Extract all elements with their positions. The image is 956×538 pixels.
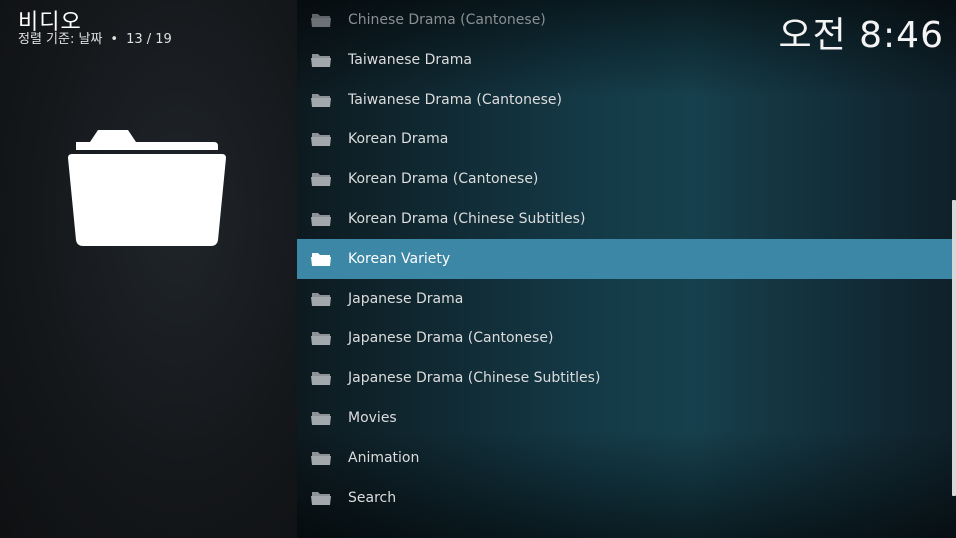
list-item-label: Korean Drama	[348, 131, 449, 148]
list-item-label: Korean Drama (Chinese Subtitles)	[348, 211, 586, 227]
list-item[interactable]: Movies	[297, 398, 952, 438]
folder-icon	[311, 451, 331, 465]
list-item-label: Korean Drama (Cantonese)	[348, 171, 539, 188]
list-item[interactable]: Korean Drama (Cantonese)	[297, 159, 952, 199]
list-item-label: Taiwanese Drama	[348, 51, 472, 68]
folder-thumbnail-icon	[68, 130, 226, 246]
folder-icon	[311, 133, 331, 147]
list-item-label: Japanese Drama (Chinese Subtitles)	[348, 370, 601, 387]
folder-icon	[311, 412, 331, 425]
folder-icon	[311, 173, 331, 187]
sort-label: 정렬 기준: 날짜	[18, 32, 103, 47]
list-item-label: Taiwanese Drama (Cantonese)	[348, 91, 562, 108]
folder-icon	[311, 252, 331, 266]
folder-icon	[311, 53, 331, 67]
list-item[interactable]: Japanese Drama (Chinese Subtitles)	[297, 358, 952, 398]
list-item[interactable]: Japanese Drama	[297, 279, 952, 319]
folder-icon	[311, 213, 331, 226]
list-item-label: Animation	[348, 449, 420, 466]
sort-info: 정렬 기준: 날짜 • 13 / 19	[18, 28, 172, 47]
list-item[interactable]: Animation	[297, 438, 952, 478]
list-item-label: Chinese Drama (Cantonese)	[348, 12, 546, 28]
list-item-label: Movies	[348, 410, 397, 426]
folder-icon	[311, 332, 331, 346]
list-item-label: Japanese Drama	[348, 290, 464, 307]
info-pane	[0, 0, 297, 538]
item-position: 13 / 19	[126, 32, 172, 47]
list-item[interactable]: Taiwanese Drama (Cantonese)	[297, 80, 952, 120]
list-item-label: Japanese Drama (Cantonese)	[348, 330, 554, 347]
list-item[interactable]: Korean Drama	[297, 119, 952, 159]
list-item[interactable]: Korean Variety	[297, 238, 952, 279]
folder-icon	[311, 93, 331, 107]
scrollbar[interactable]	[952, 200, 956, 496]
folder-icon	[311, 372, 331, 386]
folder-icon	[311, 491, 331, 505]
list-item[interactable]: Taiwanese Drama	[297, 40, 952, 80]
list-item-label: Search	[348, 489, 397, 506]
list-item-label: Korean Variety	[348, 250, 451, 267]
list-item[interactable]: Korean Drama (Chinese Subtitles)	[297, 199, 952, 239]
folder-icon	[311, 292, 331, 306]
list-item[interactable]: Japanese Drama (Cantonese)	[297, 318, 952, 358]
separator-dot: •	[110, 32, 119, 47]
list-item[interactable]: Chinese Drama (Cantonese)	[297, 0, 952, 40]
list-item[interactable]: Search	[297, 478, 952, 518]
folder-icon	[311, 14, 331, 27]
